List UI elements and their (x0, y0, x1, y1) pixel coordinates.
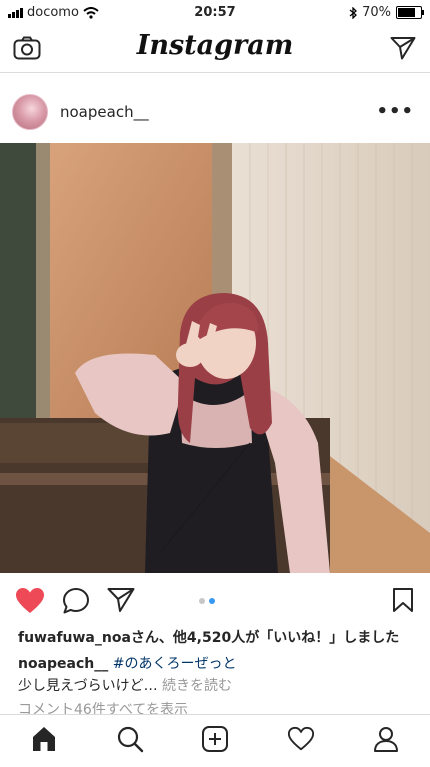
caption-text: 少し見えづらいけど… (18, 678, 158, 694)
share-icon[interactable] (107, 587, 135, 613)
carousel-dot (199, 598, 205, 604)
carousel-indicator (199, 598, 215, 604)
app-logo: Instagram (136, 30, 294, 61)
likes-count-text[interactable]: さん、他4,520人が「いいね！」しました (131, 630, 399, 646)
bluetooth-icon (349, 6, 358, 19)
status-bar: docomo 20:57 70% (0, 0, 430, 26)
caption-line: noapeach__ #のあくろーぜっと (18, 653, 236, 673)
caption-username[interactable]: noapeach__ (18, 656, 108, 672)
read-more-link[interactable]: 続きを読む (162, 678, 232, 694)
home-icon[interactable] (30, 725, 58, 753)
bottom-tab-bar (0, 714, 430, 767)
like-heart-icon[interactable] (15, 587, 45, 615)
activity-heart-icon[interactable] (287, 725, 315, 753)
likes-line: fuwafuwa_noaさん、他4,520人が「いいね！」しました (18, 627, 399, 647)
battery-percent: 70% (362, 5, 391, 20)
direct-message-icon[interactable] (390, 36, 416, 60)
add-post-icon[interactable] (201, 725, 229, 753)
bookmark-icon[interactable] (392, 587, 414, 613)
photo-scene (0, 143, 430, 573)
post-photo[interactable] (0, 143, 430, 573)
avatar[interactable] (12, 94, 48, 130)
post-header: noapeach__ ••• (0, 84, 430, 140)
likes-username[interactable]: fuwafuwa_noa (18, 630, 131, 646)
caption-hashtag[interactable]: #のあくろーぜっと (113, 656, 237, 672)
app-header: Instagram (0, 26, 430, 73)
comment-icon[interactable] (62, 587, 90, 615)
search-icon[interactable] (116, 725, 144, 753)
caption-body: 少し見えづらいけど… 続きを読む (18, 675, 232, 695)
profile-icon[interactable] (372, 725, 400, 753)
more-options-icon[interactable]: ••• (376, 101, 414, 122)
battery-icon (396, 6, 424, 19)
post-actions (0, 580, 430, 620)
carousel-dot-active (209, 598, 215, 604)
status-right: 70% (349, 5, 424, 20)
post-username[interactable]: noapeach__ (60, 103, 149, 121)
